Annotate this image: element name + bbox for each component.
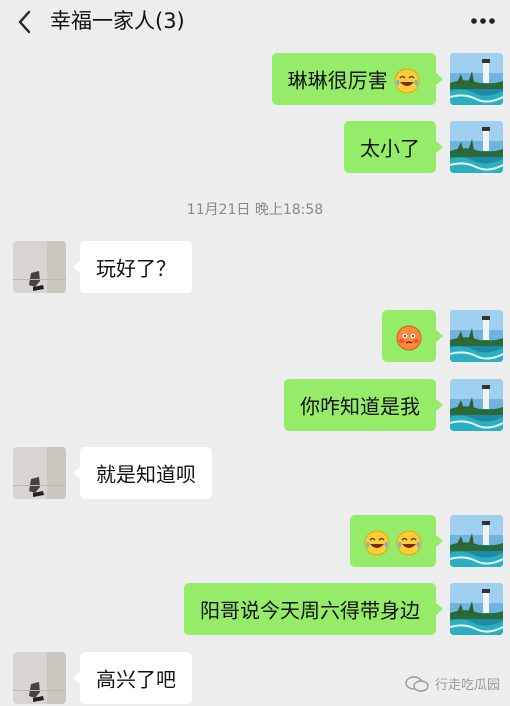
avatar[interactable]	[450, 379, 503, 431]
message-bubble-sent[interactable]: 你咋知道是我	[284, 379, 443, 431]
more-dots-icon[interactable]	[468, 10, 498, 32]
laugh-cry-emoji-icon	[396, 529, 422, 556]
message-bubble-received[interactable]: 玩好了？	[73, 241, 192, 293]
message-text: 太小了	[360, 136, 420, 161]
avatar[interactable]	[13, 652, 66, 704]
chevron-left-icon[interactable]	[14, 8, 36, 36]
message-text: 你咋知道是我	[300, 394, 420, 419]
message-bubble-sent[interactable]	[382, 310, 443, 362]
message-bubble-sent[interactable]: 琳琳很厉害	[271, 53, 444, 105]
avatar[interactable]	[450, 515, 503, 567]
message-text: 高兴了吧	[96, 667, 176, 692]
blush-emoji-icon	[396, 324, 422, 351]
chat-title: 幸福一家人(3)	[50, 9, 185, 33]
avatar[interactable]	[450, 53, 503, 105]
message-text: 琳琳很厉害	[287, 68, 388, 93]
chat-header: 幸福一家人(3)	[0, 0, 510, 44]
watermark-text: 行走吃瓜园	[434, 678, 500, 693]
wechat-official-account-icon	[405, 675, 429, 692]
message-text: 阳哥说今天周六得带身边	[200, 598, 420, 623]
message-bubble-sent[interactable]: 太小了	[344, 121, 443, 173]
message-bubble-sent[interactable]	[349, 515, 444, 567]
message-bubble-received[interactable]: 高兴了吧	[73, 652, 192, 704]
avatar[interactable]	[450, 121, 503, 173]
avatar[interactable]	[450, 310, 503, 362]
laugh-cry-emoji-icon	[394, 67, 420, 94]
message-text: 玩好了？	[96, 256, 176, 281]
avatar[interactable]	[13, 241, 66, 293]
watermark: 行走吃瓜园	[405, 674, 500, 693]
message-text: 就是知道呗	[96, 462, 196, 487]
message-bubble-sent[interactable]: 阳哥说今天周六得带身边	[184, 583, 443, 635]
avatar[interactable]	[450, 583, 503, 635]
message-bubble-received[interactable]: 就是知道呗	[73, 447, 212, 499]
avatar[interactable]	[13, 447, 66, 499]
timestamp: 11月21日 晚上18:58	[186, 202, 324, 218]
laugh-cry-emoji-icon	[363, 529, 390, 556]
